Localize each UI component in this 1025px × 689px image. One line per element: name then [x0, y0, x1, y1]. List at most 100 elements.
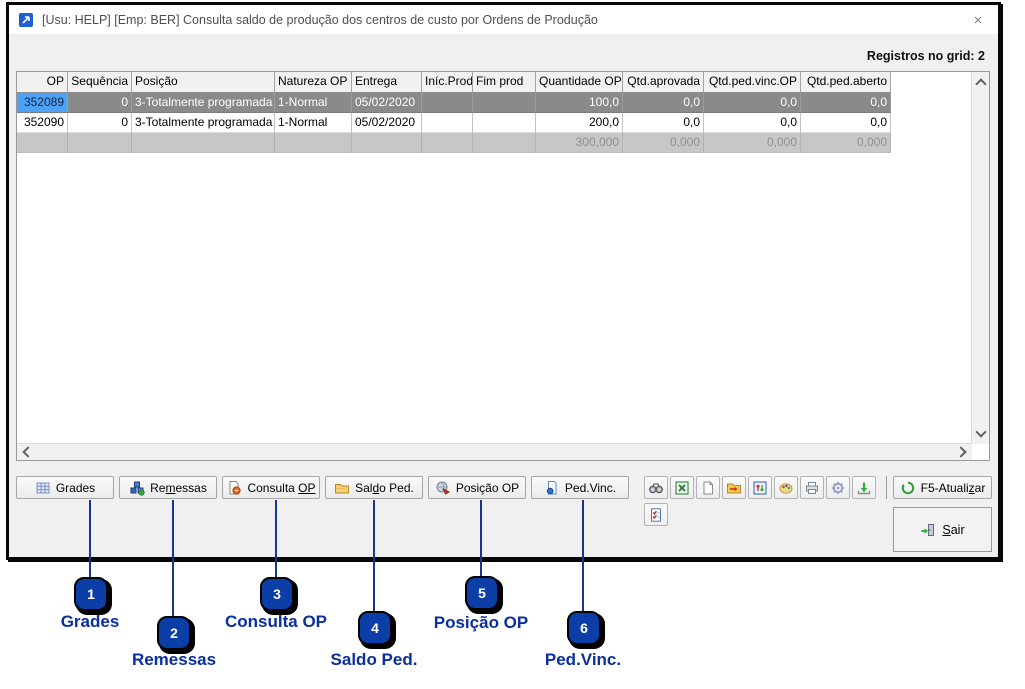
cell[interactable]: 0,0 — [801, 113, 891, 133]
scroll-right-icon[interactable] — [955, 446, 967, 458]
cell[interactable]: 3-Totalmente programada — [132, 93, 275, 113]
cell — [422, 133, 473, 153]
grades-button[interactable]: Grades — [16, 476, 114, 499]
cell[interactable]: 0,0 — [623, 113, 704, 133]
cell — [352, 133, 422, 153]
cell[interactable]: 100,0 — [536, 93, 623, 113]
callout-line-2 — [172, 500, 174, 617]
column-header-entrega[interactable]: Entrega — [352, 72, 422, 93]
table-row[interactable]: 352089 0 3-Totalmente programada 1-Normal 05… — [17, 93, 891, 113]
cell[interactable]: 05/02/2020 — [352, 113, 422, 133]
exit-button[interactable]: Sair — [893, 507, 992, 552]
consulta-op-button[interactable]: Consulta OP — [222, 476, 320, 499]
cell[interactable]: 3-Totalmente programada — [132, 113, 275, 133]
gear-icon — [830, 480, 846, 496]
column-header-fim-prod[interactable]: Fim prod — [473, 72, 536, 93]
column-header-sequ-ncia[interactable]: Sequência — [68, 72, 132, 93]
remessas-button[interactable]: Remessas — [119, 476, 217, 499]
cell: 0,000 — [623, 133, 704, 153]
saldo-ped-button[interactable]: Saldo Ped. — [325, 476, 423, 499]
callout-line-3 — [275, 500, 277, 578]
scroll-down-icon[interactable] — [975, 426, 987, 438]
toolbar-excel-export-button[interactable] — [670, 476, 694, 499]
icon-toolbar-row2 — [644, 503, 668, 526]
cell[interactable] — [473, 113, 536, 133]
binoculars-icon — [648, 480, 664, 496]
toolbar-download-button[interactable] — [852, 476, 876, 499]
callout-badge-2: 2 — [157, 616, 191, 650]
button-label: Grades — [55, 480, 96, 495]
scroll-left-icon[interactable] — [22, 446, 34, 458]
cell[interactable] — [473, 93, 536, 113]
cell[interactable] — [422, 93, 473, 113]
cell[interactable]: 1-Normal — [275, 93, 352, 113]
column-header-qtd-aprovada[interactable]: Qtd.aprovada — [623, 72, 704, 93]
cell[interactable]: 352089 — [17, 93, 68, 113]
vertical-scrollbar[interactable] — [971, 72, 989, 444]
table-row[interactable]: 352090 0 3-Totalmente programada 1-Normal 05… — [17, 113, 891, 133]
column-header-natureza-op[interactable]: Natureza OP — [275, 72, 352, 93]
folder-hand-icon — [334, 480, 350, 496]
cell[interactable]: 0,0 — [801, 93, 891, 113]
callout-badge-4: 4 — [358, 611, 392, 645]
horizontal-scrollbar[interactable] — [17, 443, 972, 460]
excel-export-icon — [674, 480, 690, 496]
column-header-posi-o[interactable]: Posição — [132, 72, 275, 93]
toolbar-printer-button[interactable] — [800, 476, 824, 499]
callout-label-grades: Grades — [60, 612, 120, 631]
cell[interactable]: 05/02/2020 — [352, 93, 422, 113]
toolbar-sort-columns-button[interactable] — [748, 476, 772, 499]
cell[interactable]: 1-Normal — [275, 113, 352, 133]
cell[interactable]: 352090 — [17, 113, 68, 133]
close-icon[interactable]: × — [966, 9, 990, 31]
toolbar-checklist-button[interactable] — [644, 503, 668, 526]
callout-badge-5: 5 — [465, 576, 499, 610]
cell — [473, 133, 536, 153]
callout-badge-3: 3 — [260, 577, 294, 611]
column-header-op[interactable]: OP — [17, 72, 68, 93]
cubes-icon — [129, 480, 145, 496]
toolbar-page-button[interactable] — [696, 476, 720, 499]
callout-line-4 — [373, 500, 375, 612]
cell[interactable]: 0 — [68, 93, 132, 113]
callout-label-saldo-ped: Saldo Ped. — [330, 650, 418, 669]
button-label: Ped.Vinc. — [564, 480, 617, 495]
column-header-qtd-ped-vinc-op[interactable]: Qtd.ped.vinc.OP — [704, 72, 801, 93]
toolbar-gear-button[interactable] — [826, 476, 850, 499]
cell[interactable]: 0,0 — [704, 93, 801, 113]
app-window: [Usu: HELP] [Emp: BER] Consulta saldo de… — [6, 2, 1001, 560]
cell[interactable]: 0,0 — [623, 93, 704, 113]
button-label: Remessas — [150, 480, 207, 495]
toolbar-folder-send-button[interactable] — [722, 476, 746, 499]
search-globe-icon — [435, 480, 451, 496]
button-label: Posição OP — [455, 480, 520, 495]
page-icon — [700, 480, 716, 496]
cell[interactable]: 200,0 — [536, 113, 623, 133]
column-header-in-c-prod[interactable]: Iníc.Prod — [422, 72, 473, 93]
column-header-quantidade-op[interactable]: Quantidade OP — [536, 72, 623, 93]
cell: 0,000 — [801, 133, 891, 153]
column-header-qtd-ped-aberto[interactable]: Qtd.ped.aberto — [801, 72, 891, 93]
f5-refresh-button[interactable]: F5-Atualizar — [893, 476, 992, 499]
callout-label-ped-vinc: Ped.Vinc. — [544, 650, 622, 669]
posicao-op-button[interactable]: Posição OP — [428, 476, 526, 499]
exit-door-icon — [920, 522, 936, 538]
title-bar: [Usu: HELP] [Emp: BER] Consulta saldo de… — [9, 5, 998, 35]
cell — [17, 133, 68, 153]
cell[interactable] — [422, 113, 473, 133]
ped-vinc-button[interactable]: Ped.Vinc. — [531, 476, 629, 499]
cell — [68, 133, 132, 153]
button-label: Sair — [942, 522, 965, 537]
toolbar-palette-button[interactable] — [774, 476, 798, 499]
grid-header-row: OP Sequência Posição Natureza OP Entrega Iníc… — [17, 72, 891, 93]
palette-icon — [778, 480, 794, 496]
cell[interactable]: 0,0 — [704, 113, 801, 133]
callout-badge-6: 6 — [567, 611, 601, 645]
cell[interactable]: 0 — [68, 113, 132, 133]
window-title: [Usu: HELP] [Emp: BER] Consulta saldo de… — [42, 12, 598, 27]
scroll-up-icon[interactable] — [975, 78, 987, 90]
cell: 0,000 — [704, 133, 801, 153]
button-label: Saldo Ped. — [355, 480, 414, 495]
toolbar-binoculars-button[interactable] — [644, 476, 668, 499]
callout-label-remessas: Remessas — [131, 650, 217, 669]
